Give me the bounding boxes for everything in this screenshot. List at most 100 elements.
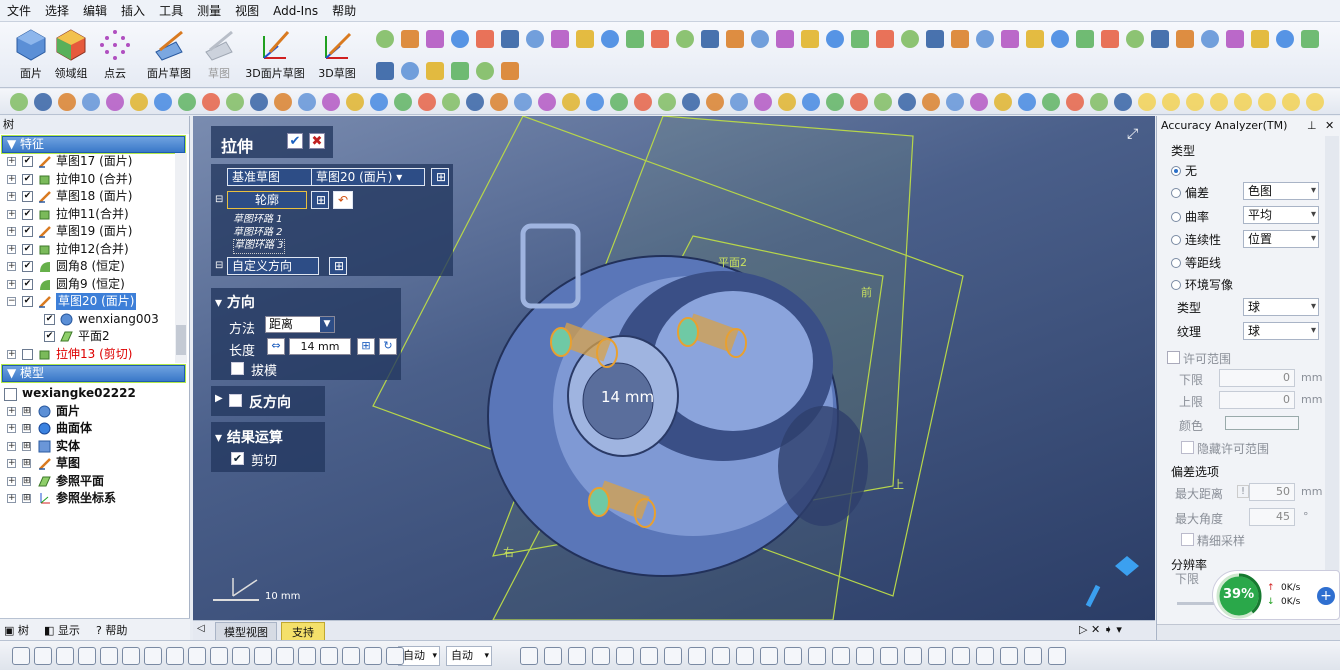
feature-tree-item[interactable]: ✔ 平面2 xyxy=(0,328,189,346)
toolbar-tool-icon[interactable] xyxy=(706,93,724,111)
toolbar-tool-icon[interactable] xyxy=(1186,93,1204,111)
tolerance-checkbox[interactable] xyxy=(1167,351,1180,364)
status-tool-icon[interactable] xyxy=(1024,647,1042,665)
features-section-header[interactable]: ▼ 特征 xyxy=(1,135,186,154)
visibility-checkbox[interactable]: ✔ xyxy=(44,313,55,325)
toolbar-tool-icon[interactable] xyxy=(778,93,796,111)
menu-file[interactable]: 文件 xyxy=(0,0,38,22)
option-environment[interactable]: 环境写像 xyxy=(1171,276,1233,293)
ribbon-tool-icon[interactable] xyxy=(1301,30,1319,48)
model-root-checkbox[interactable] xyxy=(4,388,17,401)
ribbon-tool-icon[interactable] xyxy=(401,30,419,48)
tab-controls[interactable]: ▷ ✕ ➧ ▾ xyxy=(1079,623,1122,636)
toolbar-tool-icon[interactable] xyxy=(658,93,676,111)
ribbon-tool-icon[interactable] xyxy=(801,30,819,48)
status-tool-icon[interactable] xyxy=(976,647,994,665)
radio-contour[interactable] xyxy=(1171,258,1181,268)
status-tool-icon[interactable] xyxy=(144,647,162,665)
option-none[interactable]: 无 xyxy=(1171,162,1197,179)
features-scrollbar[interactable] xyxy=(175,153,187,363)
ribbon-tool-icon[interactable] xyxy=(476,62,494,80)
ribbon-tool-icon[interactable] xyxy=(776,30,794,48)
env-type-select[interactable]: 球 xyxy=(1243,298,1319,316)
model-tree-item[interactable]: + ⊞ 草图 xyxy=(0,455,189,473)
ok-button[interactable]: ✔ xyxy=(287,133,303,149)
toolbar-tool-icon[interactable] xyxy=(610,93,628,111)
toolbar-tool-icon[interactable] xyxy=(442,93,460,111)
status-tool-icon[interactable] xyxy=(616,647,634,665)
ribbon-tool-icon[interactable] xyxy=(501,62,519,80)
fine-sampling-checkbox[interactable] xyxy=(1181,533,1194,546)
profile-loop-3[interactable]: 草图环路 3 xyxy=(233,239,285,254)
expand-toggle[interactable]: + xyxy=(7,227,16,236)
toolbar-tool-icon[interactable] xyxy=(490,93,508,111)
toolbar-tool-icon[interactable] xyxy=(82,93,100,111)
visibility-toggle[interactable]: ⊞ xyxy=(22,494,31,503)
view-check-icon[interactable] xyxy=(1085,584,1101,608)
model-root[interactable]: wexiangke02222 xyxy=(0,385,189,403)
status-tool-icon[interactable] xyxy=(276,647,294,665)
ribbon-tool-icon[interactable] xyxy=(726,30,744,48)
menu-addins[interactable]: Add-Ins xyxy=(266,0,325,22)
status-tool-icon[interactable] xyxy=(544,647,562,665)
status-tool-icon[interactable] xyxy=(640,647,658,665)
menu-tools[interactable]: 工具 xyxy=(152,0,190,22)
sketch-pick-icon[interactable]: ⊞ xyxy=(431,168,449,186)
status-tool-icon[interactable] xyxy=(78,647,96,665)
ribbon-tool-icon[interactable] xyxy=(826,30,844,48)
expand-toggle[interactable]: + xyxy=(7,424,16,433)
option-contour[interactable]: 等距线 xyxy=(1171,254,1221,271)
toolbar-tool-icon[interactable] xyxy=(874,93,892,111)
status-tool-icon[interactable] xyxy=(832,647,850,665)
status-tool-icon[interactable] xyxy=(664,647,682,665)
toolbar-tool-icon[interactable] xyxy=(226,93,244,111)
visibility-toggle[interactable]: ⊞ xyxy=(22,459,31,468)
toolbar-tool-icon[interactable] xyxy=(730,93,748,111)
fine-sampling-option[interactable]: 精细采样 xyxy=(1181,532,1245,549)
expand-toggle[interactable]: + xyxy=(7,349,16,359)
ribbon-tool-icon[interactable] xyxy=(701,30,719,48)
3d-sketch-button[interactable]: 3D草图 xyxy=(308,26,366,84)
ribbon-tool-icon[interactable] xyxy=(451,30,469,48)
profile-collapse-icon[interactable]: ⊟ xyxy=(215,194,223,205)
deviation-mode-select[interactable]: 色图 xyxy=(1243,182,1319,200)
toolbar-tool-icon[interactable] xyxy=(1258,93,1276,111)
visibility-checkbox[interactable]: ✔ xyxy=(22,296,33,307)
toolbar-tool-icon[interactable] xyxy=(586,93,604,111)
option-curvature[interactable]: 曲率 xyxy=(1171,208,1209,225)
status-tool-icon[interactable] xyxy=(364,647,382,665)
expand-toggle[interactable]: + xyxy=(7,476,16,486)
model-tree-item[interactable]: + ⊞ 曲面体 xyxy=(0,420,189,438)
feature-tree-item[interactable]: ✔ wenxiang003 xyxy=(0,311,189,329)
toolbar-tool-icon[interactable] xyxy=(562,93,580,111)
toolbar-tool-icon[interactable] xyxy=(322,93,340,111)
expand-toggle[interactable]: + xyxy=(7,192,16,201)
expand-toggle[interactable]: + xyxy=(7,244,16,254)
3d-viewport[interactable]: 14 mm 平面2 前 上 右 10 mm 拉伸 ✔ ✖ 基准草图 草图20 (… xyxy=(193,116,1155,620)
tab-support[interactable]: 支持 xyxy=(281,622,325,642)
toolbar-tool-icon[interactable] xyxy=(538,93,556,111)
tolerance-section[interactable]: 许可范围 xyxy=(1167,350,1231,367)
toolbar-tool-icon[interactable] xyxy=(922,93,940,111)
visibility-toggle[interactable]: ⊞ xyxy=(22,441,31,451)
ribbon-tool-icon[interactable] xyxy=(1226,30,1244,48)
ribbon-tool-icon[interactable] xyxy=(951,30,969,48)
visibility-checkbox[interactable]: ✔ xyxy=(22,243,33,255)
ribbon-tool-icon[interactable] xyxy=(876,30,894,48)
status-tool-icon[interactable] xyxy=(254,647,272,665)
toolbar-tool-icon[interactable] xyxy=(250,93,268,111)
upper-input[interactable]: 0 xyxy=(1219,391,1295,409)
ribbon-tool-icon[interactable] xyxy=(551,30,569,48)
ribbon-tool-icon[interactable] xyxy=(1076,30,1094,48)
visibility-checkbox[interactable] xyxy=(22,348,33,360)
toolbar-tool-icon[interactable] xyxy=(394,93,412,111)
ribbon-tool-icon[interactable] xyxy=(401,62,419,80)
tab-display[interactable]: ◧ 显示 xyxy=(44,622,80,638)
reverse-expand-icon[interactable]: ▶ xyxy=(215,393,223,404)
max-distance-input[interactable]: 50 xyxy=(1249,483,1295,501)
toolbar-tool-icon[interactable] xyxy=(826,93,844,111)
status-tool-icon[interactable] xyxy=(320,647,338,665)
continuity-mode-select[interactable]: 位置 xyxy=(1243,230,1319,248)
expand-toggle[interactable]: + xyxy=(7,441,16,451)
toolbar-tool-icon[interactable] xyxy=(370,93,388,111)
